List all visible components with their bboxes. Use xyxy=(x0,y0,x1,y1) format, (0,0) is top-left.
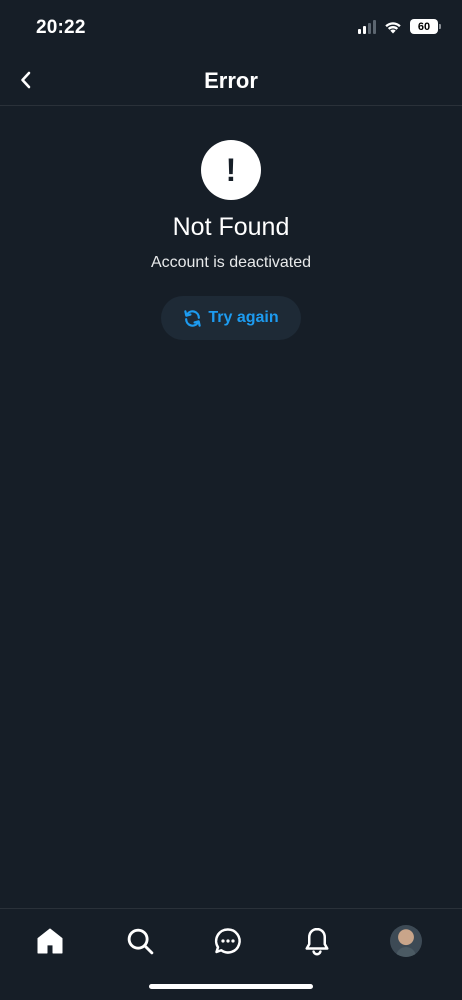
search-icon xyxy=(127,928,154,955)
error-title: Not Found xyxy=(172,213,290,241)
error-message: Account is deactivated xyxy=(150,254,312,271)
home-indicator xyxy=(149,984,313,989)
exclamation-symbol: ! xyxy=(225,151,237,188)
status-bar: 20:22 60 xyxy=(0,0,462,56)
nav-search[interactable] xyxy=(122,923,158,959)
refresh-icon xyxy=(184,309,202,327)
battery-level: 60 xyxy=(417,20,431,33)
try-again-button[interactable]: Try again xyxy=(161,296,301,340)
page-title: Error xyxy=(204,68,258,93)
home-icon xyxy=(37,928,63,954)
screen: 20:22 60 Error ! Not Found Account is de… xyxy=(0,0,462,1000)
avatar xyxy=(390,925,422,957)
battery-icon: 60 xyxy=(410,19,441,34)
status-time: 20:22 xyxy=(36,17,86,38)
try-again-label: Try again xyxy=(208,309,279,326)
nav-notifications[interactable] xyxy=(299,923,335,959)
nav-messages[interactable] xyxy=(210,923,246,959)
chat-bubble-icon xyxy=(214,928,241,954)
wifi-icon xyxy=(385,21,401,33)
error-panel: ! Not Found Account is deactivated Try a… xyxy=(0,140,462,340)
header: Error xyxy=(0,56,462,106)
bell-icon xyxy=(305,927,329,956)
nav-home[interactable] xyxy=(32,923,68,959)
exclamation-icon: ! xyxy=(201,140,261,200)
cellular-signal-icon xyxy=(358,19,376,34)
nav-profile[interactable] xyxy=(388,923,424,959)
status-icons: 60 xyxy=(358,19,441,34)
